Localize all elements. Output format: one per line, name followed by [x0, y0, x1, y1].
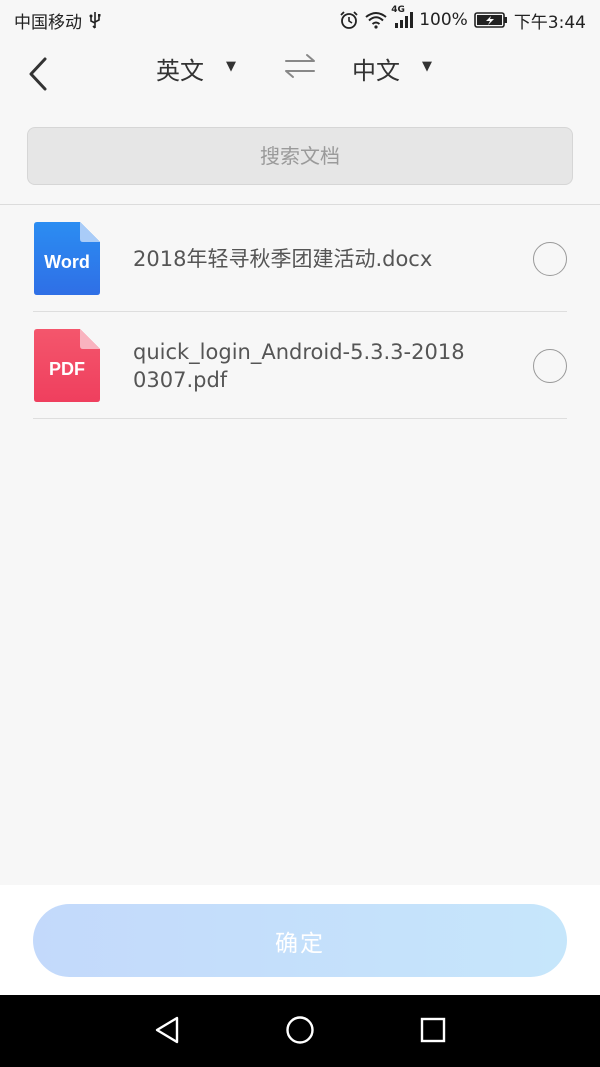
target-language-selector[interactable]: 中文 ▼ — [352, 50, 432, 86]
select-radio[interactable] — [533, 348, 567, 383]
nav-home-icon — [285, 1015, 315, 1049]
status-bar: 中国移动 4G 100% 下午3:44 — [0, 0, 600, 40]
carrier-name: 中国移动 — [14, 12, 82, 33]
clock: 下午3:44 — [513, 12, 586, 33]
search-input[interactable] — [28, 127, 572, 185]
swap-icon — [284, 53, 316, 83]
nav-back-icon — [153, 1015, 181, 1049]
network-type: 4G — [391, 5, 405, 15]
file-name: 2018年轻寻秋季团建活动.docx — [133, 246, 433, 271]
status-right: 4G 100% 下午3:44 — [339, 5, 586, 33]
search-box[interactable] — [27, 127, 573, 185]
list-item[interactable]: Word 2018年轻寻秋季团建活动.docx — [0, 205, 600, 312]
pdf-file-icon: PDF — [34, 329, 100, 402]
battery-icon — [474, 11, 508, 29]
navigation-bar — [0, 995, 600, 1067]
bottom-action-area: 确定 — [0, 885, 600, 995]
back-button[interactable] — [18, 54, 58, 98]
usb-icon — [88, 11, 102, 29]
list-item[interactable]: PDF quick_login_Android-5.3.3-20180307.p… — [0, 312, 600, 419]
file-type-label: PDF — [49, 359, 85, 379]
swap-languages-button[interactable] — [283, 54, 317, 82]
word-file-icon: Word — [34, 222, 100, 295]
wifi-icon — [365, 11, 387, 29]
nav-recent-apps-button[interactable] — [416, 1015, 450, 1049]
battery-percent: 100% — [419, 10, 468, 30]
select-radio[interactable] — [533, 241, 567, 276]
target-language-label: 中文 — [352, 56, 400, 85]
file-list: Word 2018年轻寻秋季团建活动.docx PDF quick_login_… — [0, 205, 600, 419]
status-left: 中国移动 — [14, 8, 102, 33]
source-language-selector[interactable]: 英文 ▼ — [156, 50, 236, 86]
header: 英文 ▼ 中文 ▼ — [0, 40, 600, 110]
file-type-label: Word — [44, 252, 90, 272]
dropdown-arrow-icon: ▼ — [226, 58, 236, 74]
file-name: quick_login_Android-5.3.3-20180307.pdf — [133, 339, 465, 392]
nav-recent-apps-icon — [419, 1016, 447, 1048]
divider — [33, 418, 567, 419]
dropdown-arrow-icon: ▼ — [422, 58, 432, 74]
source-language-label: 英文 — [156, 56, 204, 85]
confirm-button[interactable]: 确定 — [33, 904, 567, 977]
nav-home-button[interactable] — [283, 1015, 317, 1049]
back-arrow-icon — [27, 56, 49, 96]
nav-back-button[interactable] — [150, 1015, 184, 1049]
alarm-icon — [339, 10, 359, 30]
signal-icon: 4G — [391, 5, 414, 29]
